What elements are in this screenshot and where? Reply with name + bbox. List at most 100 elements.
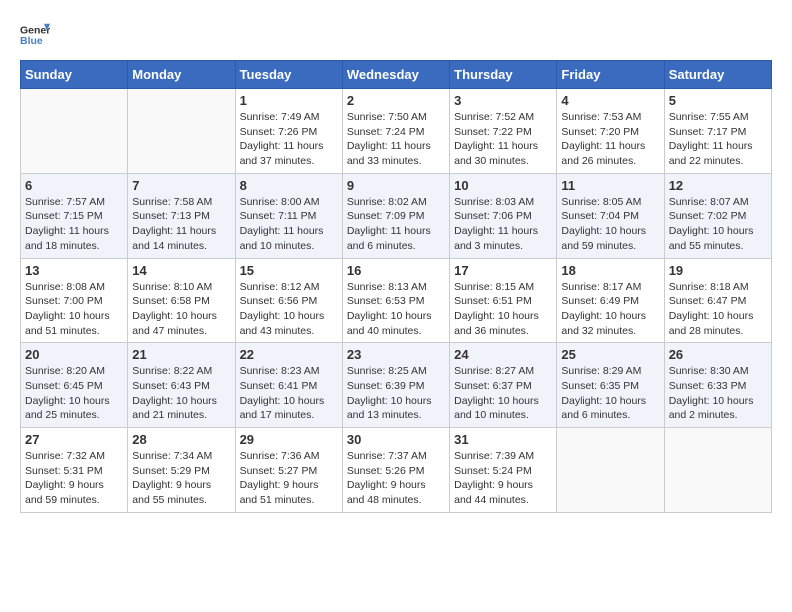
sunrise-text: Sunrise: 7:37 AM (347, 450, 427, 462)
daylight-text: Daylight: 9 hours and 51 minutes. (240, 479, 319, 506)
day-number: 24 (454, 347, 552, 362)
sunset-text: Sunset: 7:26 PM (240, 126, 318, 138)
daylight-text: Daylight: 10 hours and 21 minutes. (132, 395, 217, 422)
daylight-text: Daylight: 10 hours and 28 minutes. (669, 310, 754, 337)
day-number: 25 (561, 347, 659, 362)
calendar-week-row: 13 Sunrise: 8:08 AM Sunset: 7:00 PM Dayl… (21, 258, 772, 343)
sunrise-text: Sunrise: 8:13 AM (347, 281, 427, 293)
sunrise-text: Sunrise: 8:10 AM (132, 281, 212, 293)
sunset-text: Sunset: 7:00 PM (25, 295, 103, 307)
sunset-text: Sunset: 6:45 PM (25, 380, 103, 392)
sunrise-text: Sunrise: 8:05 AM (561, 196, 641, 208)
calendar-cell: 25 Sunrise: 8:29 AM Sunset: 6:35 PM Dayl… (557, 343, 664, 428)
sunrise-text: Sunrise: 7:50 AM (347, 111, 427, 123)
sunrise-text: Sunrise: 8:25 AM (347, 365, 427, 377)
sunrise-text: Sunrise: 7:53 AM (561, 111, 641, 123)
calendar-cell: 4 Sunrise: 7:53 AM Sunset: 7:20 PM Dayli… (557, 89, 664, 174)
day-number: 31 (454, 432, 552, 447)
sunrise-text: Sunrise: 8:17 AM (561, 281, 641, 293)
daylight-text: Daylight: 11 hours and 33 minutes. (347, 140, 431, 167)
calendar-header-row: SundayMondayTuesdayWednesdayThursdayFrid… (21, 61, 772, 89)
sunrise-text: Sunrise: 7:52 AM (454, 111, 534, 123)
daylight-text: Daylight: 11 hours and 22 minutes. (669, 140, 753, 167)
calendar-cell: 6 Sunrise: 7:57 AM Sunset: 7:15 PM Dayli… (21, 173, 128, 258)
calendar-cell: 27 Sunrise: 7:32 AM Sunset: 5:31 PM Dayl… (21, 428, 128, 513)
sunrise-text: Sunrise: 7:39 AM (454, 450, 534, 462)
sunset-text: Sunset: 6:35 PM (561, 380, 639, 392)
sunrise-text: Sunrise: 7:57 AM (25, 196, 105, 208)
cell-content: Sunrise: 7:53 AM Sunset: 7:20 PM Dayligh… (561, 110, 659, 169)
calendar-cell: 10 Sunrise: 8:03 AM Sunset: 7:06 PM Dayl… (450, 173, 557, 258)
cell-content: Sunrise: 8:15 AM Sunset: 6:51 PM Dayligh… (454, 280, 552, 339)
day-header-saturday: Saturday (664, 61, 771, 89)
cell-content: Sunrise: 8:23 AM Sunset: 6:41 PM Dayligh… (240, 364, 338, 423)
calendar-cell: 13 Sunrise: 8:08 AM Sunset: 7:00 PM Dayl… (21, 258, 128, 343)
cell-content: Sunrise: 7:37 AM Sunset: 5:26 PM Dayligh… (347, 449, 445, 508)
calendar-week-row: 1 Sunrise: 7:49 AM Sunset: 7:26 PM Dayli… (21, 89, 772, 174)
cell-content: Sunrise: 8:18 AM Sunset: 6:47 PM Dayligh… (669, 280, 767, 339)
calendar-cell: 9 Sunrise: 8:02 AM Sunset: 7:09 PM Dayli… (342, 173, 449, 258)
sunset-text: Sunset: 6:43 PM (132, 380, 210, 392)
cell-content: Sunrise: 7:34 AM Sunset: 5:29 PM Dayligh… (132, 449, 230, 508)
cell-content: Sunrise: 8:10 AM Sunset: 6:58 PM Dayligh… (132, 280, 230, 339)
calendar-cell: 16 Sunrise: 8:13 AM Sunset: 6:53 PM Dayl… (342, 258, 449, 343)
sunrise-text: Sunrise: 8:03 AM (454, 196, 534, 208)
calendar-cell: 24 Sunrise: 8:27 AM Sunset: 6:37 PM Dayl… (450, 343, 557, 428)
cell-content: Sunrise: 8:30 AM Sunset: 6:33 PM Dayligh… (669, 364, 767, 423)
day-number: 8 (240, 178, 338, 193)
cell-content: Sunrise: 8:07 AM Sunset: 7:02 PM Dayligh… (669, 195, 767, 254)
svg-text:Blue: Blue (20, 35, 43, 47)
day-number: 16 (347, 263, 445, 278)
daylight-text: Daylight: 10 hours and 2 minutes. (669, 395, 754, 422)
day-number: 23 (347, 347, 445, 362)
daylight-text: Daylight: 10 hours and 51 minutes. (25, 310, 110, 337)
day-header-friday: Friday (557, 61, 664, 89)
day-number: 19 (669, 263, 767, 278)
cell-content: Sunrise: 8:25 AM Sunset: 6:39 PM Dayligh… (347, 364, 445, 423)
day-number: 27 (25, 432, 123, 447)
calendar-cell: 20 Sunrise: 8:20 AM Sunset: 6:45 PM Dayl… (21, 343, 128, 428)
day-number: 7 (132, 178, 230, 193)
daylight-text: Daylight: 11 hours and 14 minutes. (132, 225, 216, 252)
cell-content: Sunrise: 8:02 AM Sunset: 7:09 PM Dayligh… (347, 195, 445, 254)
logo: General Blue (20, 20, 52, 50)
calendar-week-row: 6 Sunrise: 7:57 AM Sunset: 7:15 PM Dayli… (21, 173, 772, 258)
calendar-cell: 8 Sunrise: 8:00 AM Sunset: 7:11 PM Dayli… (235, 173, 342, 258)
sunset-text: Sunset: 7:15 PM (25, 210, 103, 222)
sunrise-text: Sunrise: 7:58 AM (132, 196, 212, 208)
daylight-text: Daylight: 10 hours and 17 minutes. (240, 395, 325, 422)
sunset-text: Sunset: 6:49 PM (561, 295, 639, 307)
cell-content: Sunrise: 8:05 AM Sunset: 7:04 PM Dayligh… (561, 195, 659, 254)
daylight-text: Daylight: 11 hours and 6 minutes. (347, 225, 431, 252)
cell-content: Sunrise: 8:22 AM Sunset: 6:43 PM Dayligh… (132, 364, 230, 423)
sunrise-text: Sunrise: 8:20 AM (25, 365, 105, 377)
calendar-cell: 5 Sunrise: 7:55 AM Sunset: 7:17 PM Dayli… (664, 89, 771, 174)
daylight-text: Daylight: 11 hours and 26 minutes. (561, 140, 645, 167)
daylight-text: Daylight: 10 hours and 32 minutes. (561, 310, 646, 337)
sunset-text: Sunset: 7:17 PM (669, 126, 747, 138)
daylight-text: Daylight: 11 hours and 3 minutes. (454, 225, 538, 252)
sunset-text: Sunset: 6:47 PM (669, 295, 747, 307)
daylight-text: Daylight: 9 hours and 44 minutes. (454, 479, 533, 506)
cell-content: Sunrise: 7:32 AM Sunset: 5:31 PM Dayligh… (25, 449, 123, 508)
day-number: 11 (561, 178, 659, 193)
calendar-cell: 26 Sunrise: 8:30 AM Sunset: 6:33 PM Dayl… (664, 343, 771, 428)
sunrise-text: Sunrise: 7:32 AM (25, 450, 105, 462)
day-number: 10 (454, 178, 552, 193)
daylight-text: Daylight: 10 hours and 59 minutes. (561, 225, 646, 252)
daylight-text: Daylight: 10 hours and 10 minutes. (454, 395, 539, 422)
sunset-text: Sunset: 7:24 PM (347, 126, 425, 138)
cell-content: Sunrise: 8:00 AM Sunset: 7:11 PM Dayligh… (240, 195, 338, 254)
calendar-cell: 28 Sunrise: 7:34 AM Sunset: 5:29 PM Dayl… (128, 428, 235, 513)
calendar-cell: 17 Sunrise: 8:15 AM Sunset: 6:51 PM Dayl… (450, 258, 557, 343)
sunset-text: Sunset: 6:58 PM (132, 295, 210, 307)
cell-content: Sunrise: 8:08 AM Sunset: 7:00 PM Dayligh… (25, 280, 123, 339)
sunset-text: Sunset: 6:33 PM (669, 380, 747, 392)
day-number: 3 (454, 93, 552, 108)
cell-content: Sunrise: 8:13 AM Sunset: 6:53 PM Dayligh… (347, 280, 445, 339)
daylight-text: Daylight: 9 hours and 48 minutes. (347, 479, 426, 506)
day-header-tuesday: Tuesday (235, 61, 342, 89)
cell-content: Sunrise: 7:49 AM Sunset: 7:26 PM Dayligh… (240, 110, 338, 169)
day-number: 30 (347, 432, 445, 447)
daylight-text: Daylight: 9 hours and 55 minutes. (132, 479, 211, 506)
